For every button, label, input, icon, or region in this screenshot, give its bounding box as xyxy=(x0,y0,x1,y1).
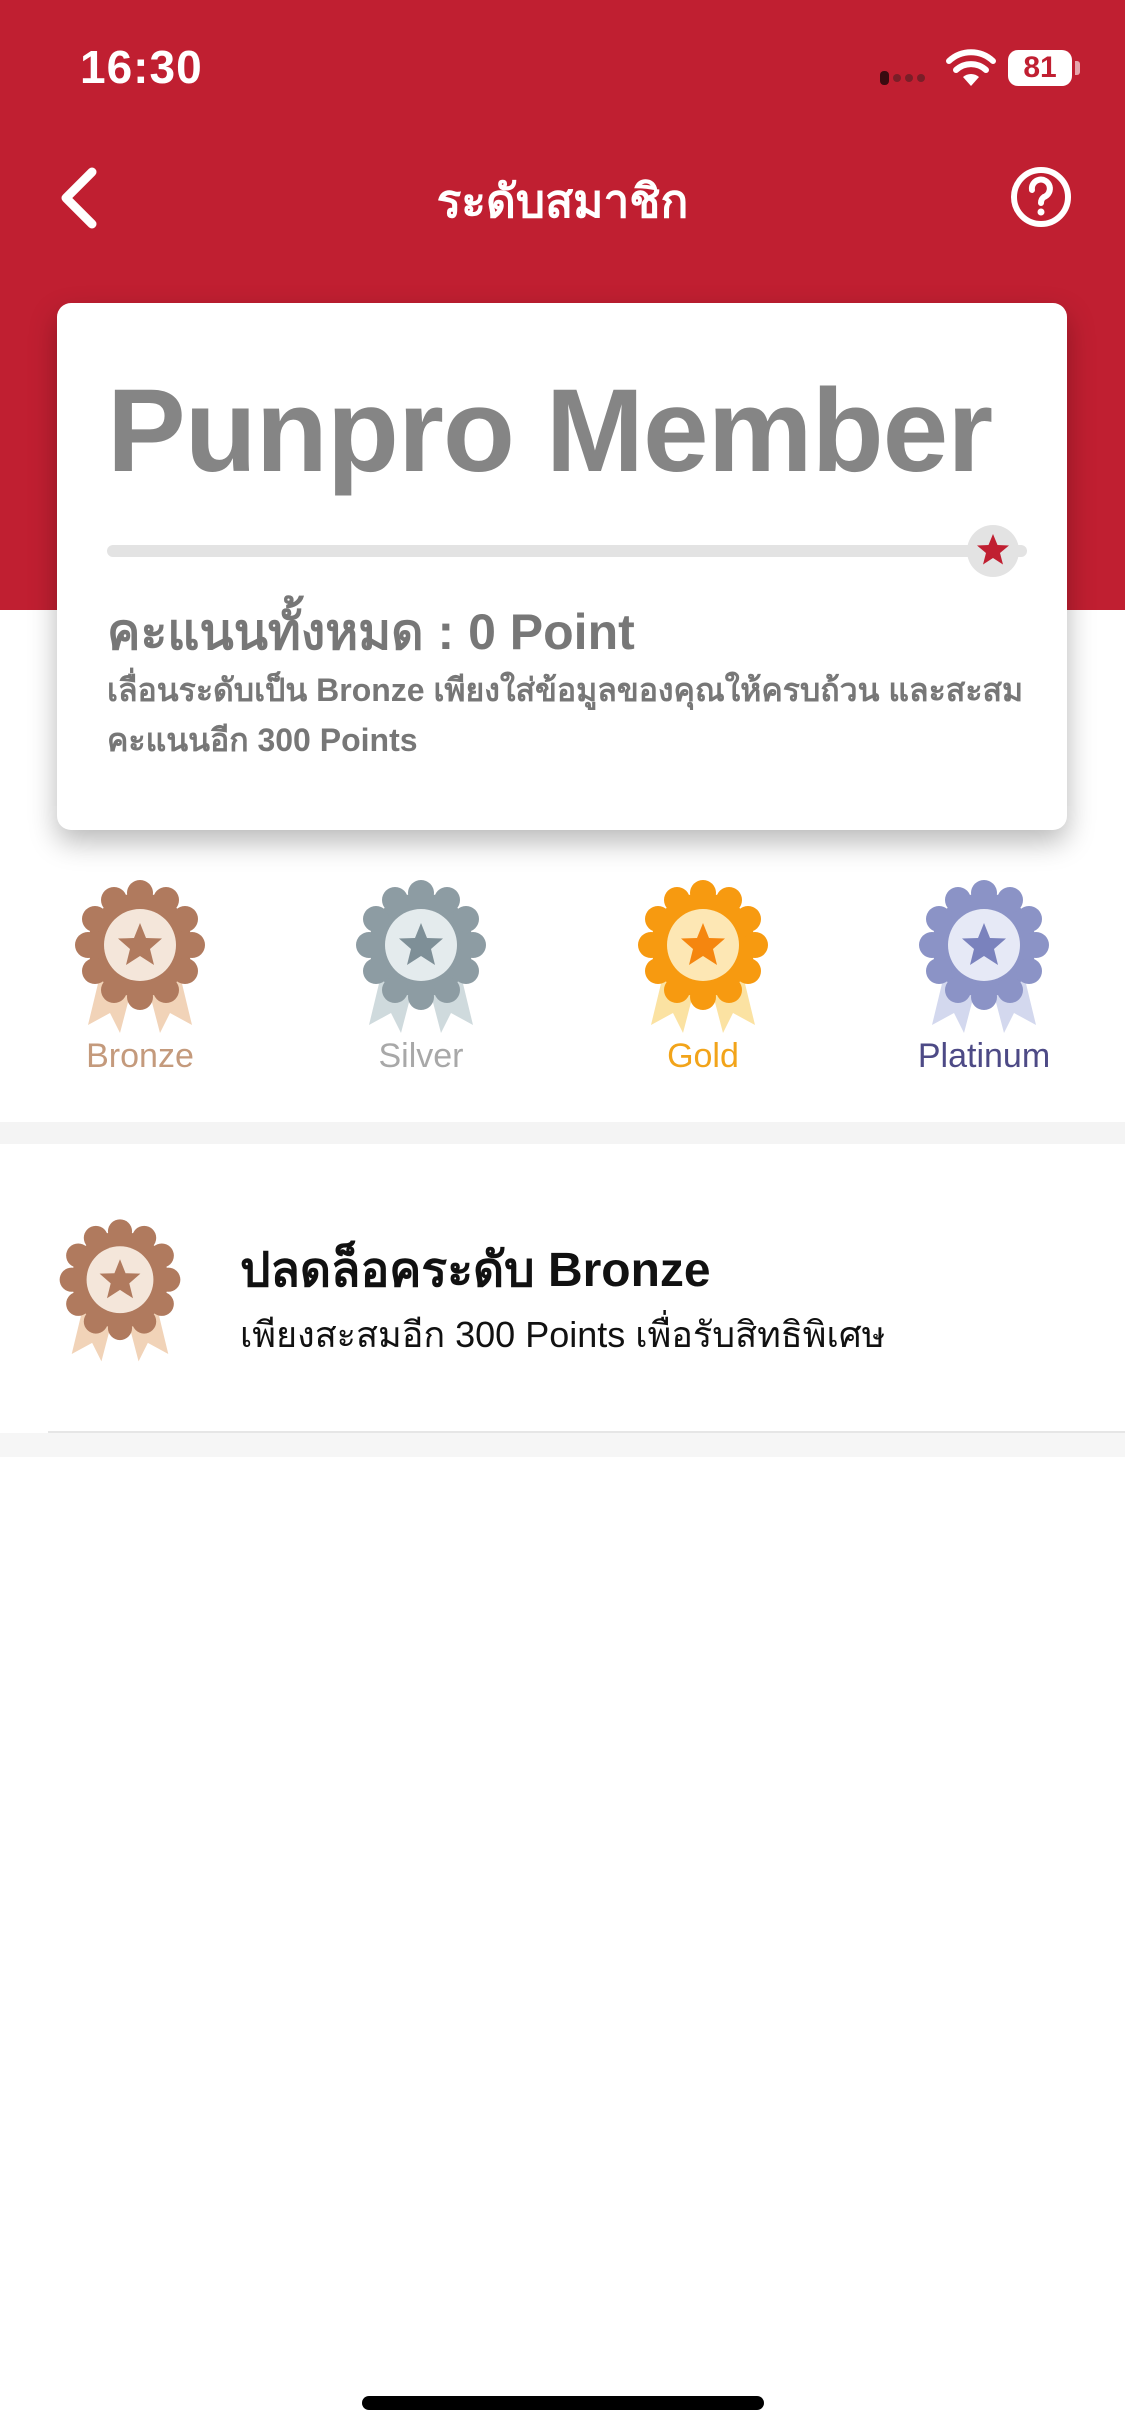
progress-star-marker xyxy=(967,525,1019,577)
tier-platinum[interactable]: Platinum xyxy=(884,875,1084,1095)
unlock-bronze-row[interactable]: ปลดล็อคระดับ Bronze เพียงสะสมอีก 300 Poi… xyxy=(0,1144,1125,1432)
gold-medal-icon xyxy=(638,880,768,1033)
tier-label-platinum: Platinum xyxy=(917,1037,1051,1075)
status-time: 16:30 xyxy=(80,41,203,93)
page-title: ระดับสมาชิก xyxy=(436,175,689,227)
bronze-medal-icon xyxy=(75,880,205,1033)
platinum-medal-icon xyxy=(919,880,1049,1033)
points-total: คะแนนทั้งหมด : 0 Point xyxy=(107,604,635,660)
section-divider xyxy=(0,1122,1125,1144)
status-bar: 16:30 81 xyxy=(0,0,1125,140)
home-indicator[interactable] xyxy=(362,2396,764,2410)
tier-label-bronze: Bronze xyxy=(86,1037,194,1075)
star-icon xyxy=(977,534,1009,565)
battery-tip xyxy=(1075,61,1080,75)
tier-silver[interactable]: Silver xyxy=(321,875,521,1095)
help-question-icon[interactable] xyxy=(1010,166,1072,228)
wifi-icon xyxy=(946,49,996,86)
member-level-title: Punpro Member xyxy=(107,365,993,497)
points-progress-bar xyxy=(107,545,1027,557)
silver-medal-icon xyxy=(356,880,486,1033)
membership-card: Punpro Member คะแนนทั้งหมด : 0 Point เลื… xyxy=(57,303,1067,830)
tier-gold[interactable]: Gold xyxy=(603,875,803,1095)
section-divider-bottom xyxy=(0,1433,1125,1457)
bronze-medal-icon xyxy=(59,1219,181,1362)
points-description: เลื่อนระดับเป็น Bronze เพียงใส่ข้อมูลของ… xyxy=(107,672,1024,758)
tier-label-gold: Gold xyxy=(667,1037,739,1075)
tier-list: Bronze Silver Gold Platinum xyxy=(0,875,1125,1095)
unlock-title: ปลดล็อคระดับ Bronze xyxy=(240,1244,711,1297)
tier-label-silver: Silver xyxy=(378,1037,464,1075)
battery-indicator: 81 xyxy=(1008,50,1072,86)
tier-bronze[interactable]: Bronze xyxy=(40,875,240,1095)
cellular-signal-icon xyxy=(880,68,929,87)
unlock-subtitle: เพียงสะสมอีก 300 Points เพื่อรับสิทธิพิเ… xyxy=(240,1314,886,1355)
